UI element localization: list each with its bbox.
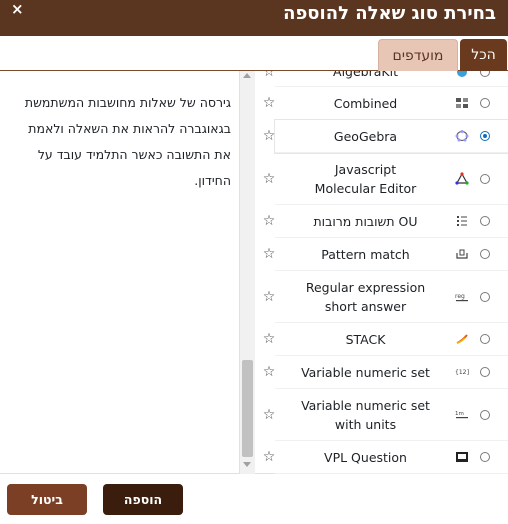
svg-text:{12}: {12} xyxy=(455,369,469,376)
radio-button[interactable] xyxy=(480,98,490,108)
tab-favourites[interactable]: מועדפים xyxy=(378,39,458,71)
geogebra-icon xyxy=(455,129,469,143)
favourite-star-icon[interactable]: ☆ xyxy=(260,94,278,112)
dialog-body: גירסה של שאלות מחושבות המשתמשת בגאוגברה … xyxy=(0,71,508,474)
radio-button[interactable] xyxy=(480,71,490,77)
radio-button[interactable] xyxy=(480,249,490,259)
list-item-algebrakit[interactable]: ☆ AlgebraKit xyxy=(263,71,508,87)
scroll-up-icon[interactable] xyxy=(243,73,251,78)
favourite-star-icon[interactable]: ☆ xyxy=(260,288,278,306)
favourite-star-icon[interactable]: ☆ xyxy=(260,212,278,230)
favourite-star-icon[interactable]: ☆ xyxy=(260,127,278,145)
radio-button-selected[interactable] xyxy=(480,131,490,141)
list-scrollbar[interactable] xyxy=(240,71,255,474)
jme-icon xyxy=(455,171,469,186)
question-type-dialog: בחירת סוג שאלה להוספה × הכל מועדפים גירס… xyxy=(0,0,508,524)
scroll-down-icon[interactable] xyxy=(243,462,251,467)
svg-text:1m: 1m xyxy=(455,411,464,417)
favourite-star-icon[interactable]: ☆ xyxy=(260,363,278,381)
radio-button[interactable] xyxy=(480,216,490,226)
list-item-vpl[interactable]: ☆ VPL Question xyxy=(263,441,508,474)
algebrakit-icon xyxy=(455,71,469,79)
cancel-button[interactable]: ביטול xyxy=(7,484,87,515)
vpl-icon xyxy=(455,450,469,464)
question-type-label: AlgebraKit xyxy=(333,71,398,79)
radio-button[interactable] xyxy=(480,367,490,377)
question-type-label: OU תשובות מרובות xyxy=(313,213,418,229)
pattern-match-icon xyxy=(455,247,469,261)
list-item-regexp[interactable]: ☆ Regular expression short answer reg xyxy=(263,271,508,323)
list-item-stack[interactable]: ☆ STACK xyxy=(263,323,508,356)
list-item-geogebra[interactable]: ☆ GeoGebra xyxy=(263,120,508,153)
question-type-label: Variable numeric set xyxy=(301,364,430,380)
regexp-icon: reg xyxy=(455,290,469,304)
question-type-label: Pattern match xyxy=(321,246,410,262)
radio-button[interactable] xyxy=(480,173,490,184)
list-item-jme[interactable]: ☆ Javascript Molecular Editor xyxy=(263,153,508,205)
question-type-label: STACK xyxy=(345,331,386,347)
svg-text:reg: reg xyxy=(455,293,465,300)
favourite-star-icon[interactable]: ☆ xyxy=(260,71,278,81)
question-type-label: VPL Question xyxy=(324,449,407,465)
question-type-label: Variable numeric set with units xyxy=(301,397,430,432)
favourite-star-icon[interactable]: ☆ xyxy=(260,330,278,348)
question-type-label: Javascript Molecular Editor xyxy=(314,161,417,196)
question-type-list: ☆ AlgebraKit ☆ Combined ☆ GeoGebra ☆ Jav… xyxy=(255,71,508,474)
dialog-footer: הוספה ביטול xyxy=(0,475,508,524)
varnumunit-icon: 1m xyxy=(455,408,469,422)
dialog-title: בחירת סוג שאלה להוספה xyxy=(283,3,496,24)
list-item-combined[interactable]: ☆ Combined xyxy=(263,87,508,120)
radio-button[interactable] xyxy=(480,409,490,420)
multichoice-icon xyxy=(455,214,469,228)
tab-bar: הכל מועדפים xyxy=(0,36,508,71)
question-type-description: גירסה של שאלות מחושבות המשתמשת בגאוגברה … xyxy=(24,95,231,188)
close-icon[interactable]: × xyxy=(11,0,24,18)
radio-button[interactable] xyxy=(480,452,490,462)
list-item-varnumericset[interactable]: ☆ Variable numeric set {12} xyxy=(263,356,508,389)
list-item-varnumunit[interactable]: ☆ Variable numeric set with units 1m xyxy=(263,389,508,441)
dialog-header: בחירת סוג שאלה להוספה × xyxy=(0,0,508,36)
add-button[interactable]: הוספה xyxy=(103,484,183,515)
tab-all[interactable]: הכל xyxy=(460,39,507,71)
question-type-label: Combined xyxy=(333,95,398,111)
favourite-star-icon[interactable]: ☆ xyxy=(260,245,278,263)
question-type-label: GeoGebra xyxy=(333,128,398,144)
radio-button[interactable] xyxy=(480,291,490,302)
favourite-star-icon[interactable]: ☆ xyxy=(260,448,278,466)
list-item-pattern-match[interactable]: ☆ Pattern match xyxy=(263,238,508,271)
combined-icon xyxy=(455,96,469,110)
radio-button[interactable] xyxy=(480,334,490,344)
scrollbar-thumb[interactable] xyxy=(242,360,253,457)
favourite-star-icon[interactable]: ☆ xyxy=(260,170,278,188)
question-type-label: Regular expression short answer xyxy=(305,279,426,314)
description-panel: גירסה של שאלות מחושבות המשתמשת בגאוגברה … xyxy=(0,71,240,474)
favourite-star-icon[interactable]: ☆ xyxy=(260,406,278,424)
list-item-ou-multiresponse[interactable]: ☆ OU תשובות מרובות xyxy=(263,205,508,238)
stack-icon xyxy=(455,332,469,346)
varnumericset-icon: {12} xyxy=(455,365,469,379)
